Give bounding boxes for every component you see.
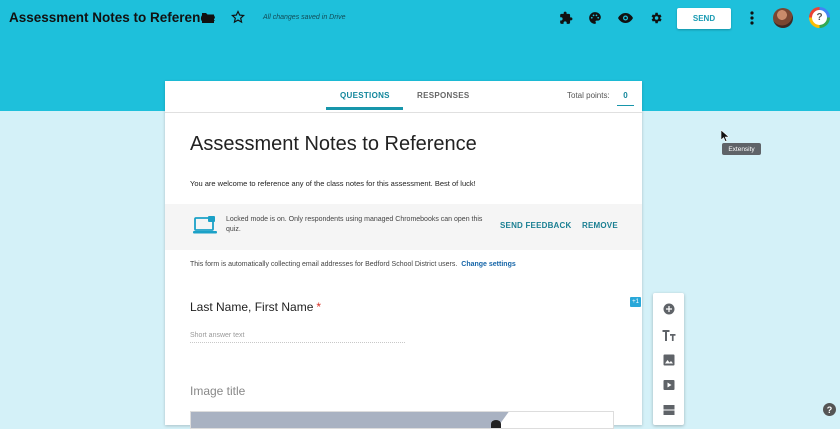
email-collection-notice: This form is automatically collecting em… bbox=[190, 261, 516, 268]
send-feedback-button[interactable]: SEND FEEDBACK bbox=[500, 221, 572, 230]
add-title-icon[interactable] bbox=[653, 329, 684, 341]
chromebook-lock-icon bbox=[193, 215, 217, 240]
form-title[interactable]: Assessment Notes to Reference bbox=[190, 133, 477, 156]
form-card: QUESTIONS RESPONSES Total points: 0 Asse… bbox=[165, 81, 642, 429]
locked-mode-banner: Locked mode is on. Only respondents usin… bbox=[165, 204, 642, 250]
locked-mode-text: Locked mode is on. Only respondents usin… bbox=[226, 216, 483, 233]
add-section-icon[interactable] bbox=[653, 404, 684, 416]
gear-icon[interactable] bbox=[649, 11, 663, 25]
puzzle-icon[interactable] bbox=[559, 11, 573, 25]
send-button[interactable]: SEND bbox=[677, 8, 731, 29]
image-preview[interactable] bbox=[190, 411, 614, 429]
image-title[interactable]: Image title bbox=[190, 384, 245, 398]
add-question-icon[interactable] bbox=[653, 303, 684, 315]
active-tab-indicator bbox=[326, 107, 403, 110]
eye-icon[interactable] bbox=[618, 11, 633, 25]
tab-questions[interactable]: QUESTIONS bbox=[340, 91, 390, 100]
image-preview-highlight bbox=[497, 412, 613, 428]
short-answer-placeholder: Short answer text bbox=[190, 332, 245, 339]
extension-tooltip: Extensity bbox=[722, 143, 761, 155]
add-image-icon[interactable] bbox=[653, 354, 684, 366]
form-doc-title[interactable]: Assessment Notes to Reference bbox=[9, 10, 215, 25]
add-video-icon[interactable] bbox=[653, 379, 684, 391]
more-vert-icon[interactable] bbox=[746, 10, 758, 26]
total-points-value[interactable]: 0 bbox=[617, 86, 634, 106]
email-notice-text: This form is automatically collecting em… bbox=[190, 261, 458, 268]
remove-locked-mode-button[interactable]: REMOVE bbox=[582, 221, 618, 230]
save-status: All changes saved in Drive bbox=[263, 14, 346, 21]
tab-divider bbox=[165, 112, 642, 113]
add-badge[interactable]: +1 bbox=[630, 297, 641, 307]
tab-responses[interactable]: RESPONSES bbox=[417, 91, 470, 100]
required-marker: * bbox=[316, 300, 322, 314]
folder-icon[interactable] bbox=[201, 11, 215, 25]
question-title[interactable]: Last Name, First Name * bbox=[190, 300, 321, 314]
help-icon[interactable]: ? bbox=[823, 403, 836, 416]
star-icon[interactable] bbox=[231, 10, 245, 24]
image-preview-shape bbox=[491, 420, 501, 428]
account-button[interactable]: ? bbox=[809, 7, 830, 28]
user-avatar[interactable] bbox=[773, 8, 793, 28]
side-toolbar bbox=[653, 293, 684, 425]
account-glyph: ? bbox=[812, 10, 827, 25]
palette-icon[interactable] bbox=[588, 11, 602, 25]
total-points-label: Total points: bbox=[567, 91, 610, 100]
form-description[interactable]: You are welcome to reference any of the … bbox=[190, 179, 476, 188]
short-answer-line bbox=[190, 342, 405, 343]
question-title-text: Last Name, First Name bbox=[190, 300, 314, 314]
change-settings-link[interactable]: Change settings bbox=[461, 261, 515, 268]
